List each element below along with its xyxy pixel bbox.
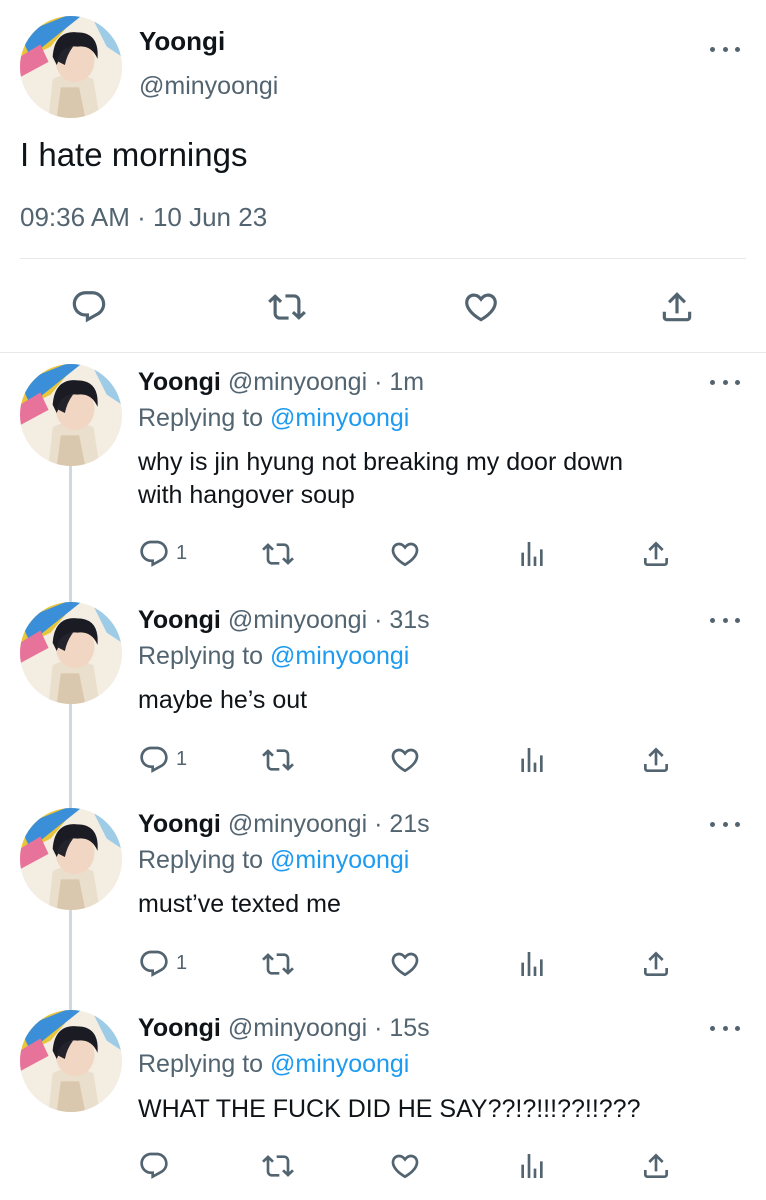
replying-label: Replying to [138,1050,264,1078]
reply-icon[interactable] [138,948,170,980]
replying-label: Replying to [138,642,264,670]
views-icon[interactable] [516,538,548,570]
more-icon[interactable] [710,818,740,830]
thread-line [69,910,72,1012]
replying-to-link[interactable]: @minyoongi [270,642,409,670]
display-name[interactable]: Yoongi [138,368,221,396]
more-icon[interactable] [710,376,740,388]
views-icon[interactable] [516,1150,548,1182]
share-icon[interactable] [640,1150,672,1182]
avatar[interactable] [20,16,122,118]
views-icon[interactable] [516,744,548,776]
more-icon[interactable] [710,43,740,55]
avatar[interactable] [20,1010,122,1112]
avatar[interactable] [20,364,122,466]
views-icon[interactable] [516,948,548,980]
avatar[interactable] [20,602,122,704]
retweet-icon[interactable] [262,948,294,980]
share-icon[interactable] [640,538,672,570]
more-icon[interactable] [710,614,740,626]
reply-icon[interactable] [138,1150,170,1182]
replying-to-link[interactable]: @minyoongi [270,846,409,874]
tweet-text-line: must’ve texted me [138,890,341,918]
tweet-text-line: maybe he’s out [138,686,308,714]
tweet-text: I hate mornings [20,136,248,173]
share-icon[interactable] [640,744,672,776]
reply-count: 1 [176,748,188,770]
handle-time[interactable]: @minyoongi · 31s [228,606,430,634]
more-icon[interactable] [710,1022,740,1034]
reply-icon[interactable] [138,538,170,570]
replying-label: Replying to [138,846,264,874]
like-icon[interactable] [462,288,500,326]
handle[interactable]: @minyoongi [139,72,278,101]
tweet-text-line: why is jin hyung not breaking my door do… [138,448,623,476]
like-icon[interactable] [389,538,421,570]
share-icon[interactable] [640,948,672,980]
reply-count: 1 [176,542,188,564]
like-icon[interactable] [389,1150,421,1182]
handle-time[interactable]: @minyoongi · 15s [228,1014,430,1042]
retweet-icon[interactable] [262,538,294,570]
tweet-text-line: with hangover soup [138,481,355,509]
thread-line [69,704,72,808]
reply-icon[interactable] [70,288,108,326]
retweet-icon[interactable] [262,744,294,776]
divider [0,352,766,353]
retweet-icon[interactable] [268,288,306,326]
replying-label: Replying to [138,404,264,432]
display-name[interactable]: Yoongi [138,1014,221,1042]
divider [20,258,746,259]
like-icon[interactable] [389,948,421,980]
handle-time[interactable]: @minyoongi · 1m [228,368,424,396]
handle-time[interactable]: @minyoongi · 21s [228,810,430,838]
tweet-text-line: WHAT THE FUCK DID HE SAY??!?!!!??!!??? [138,1095,641,1123]
replying-to-link[interactable]: @minyoongi [270,404,409,432]
replying-to-link[interactable]: @minyoongi [270,1050,409,1078]
avatar[interactable] [20,808,122,910]
reply-count: 1 [176,952,188,974]
display-name[interactable]: Yoongi [138,606,221,634]
like-icon[interactable] [389,744,421,776]
thread-line [69,466,72,604]
reply-icon[interactable] [138,744,170,776]
display-name[interactable]: Yoongi [138,810,221,838]
display-name[interactable]: Yoongi [139,26,225,57]
retweet-icon[interactable] [262,1150,294,1182]
share-icon[interactable] [658,288,696,326]
timestamp[interactable]: 09:36 AM · 10 Jun 23 [20,202,267,233]
